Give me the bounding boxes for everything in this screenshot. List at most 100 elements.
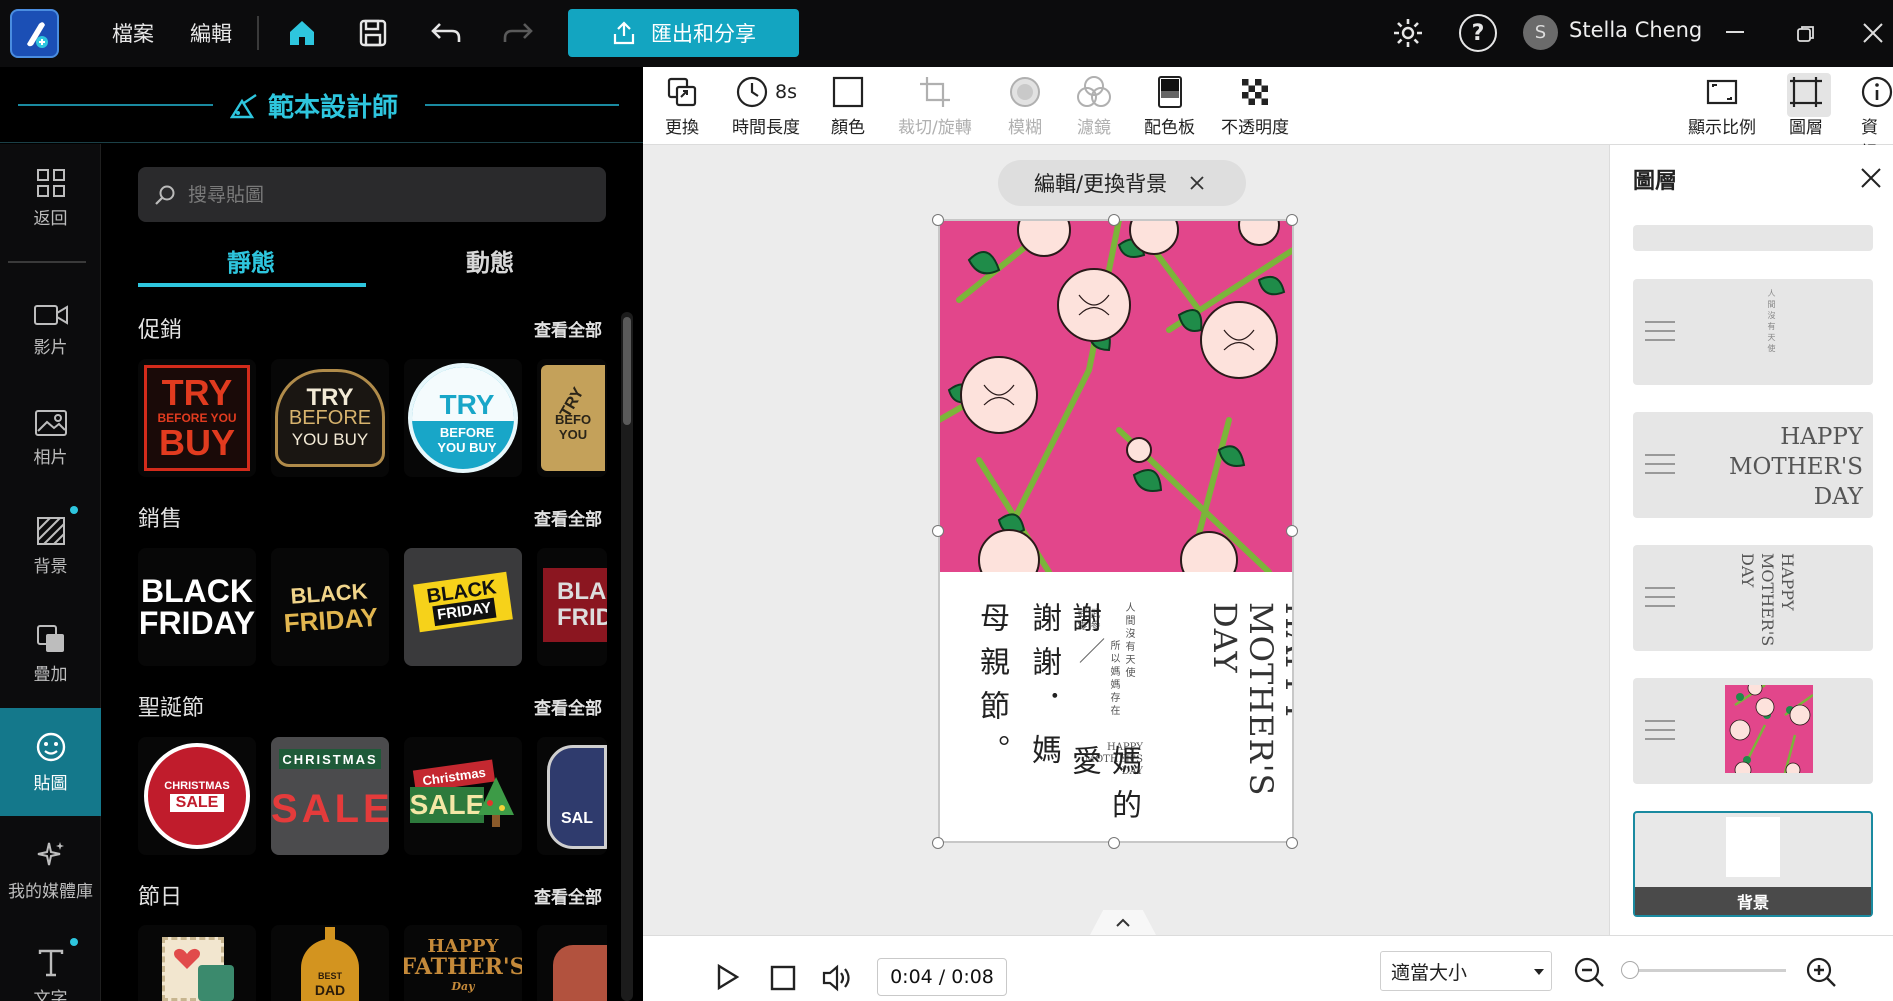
- restore-icon[interactable]: [1792, 20, 1820, 48]
- layer-item[interactable]: [1633, 678, 1873, 784]
- avatar[interactable]: S: [1523, 15, 1558, 50]
- gear-icon[interactable]: [1389, 14, 1427, 52]
- zoom-out-icon[interactable]: [1573, 956, 1605, 988]
- menu-file[interactable]: 檔案: [112, 18, 154, 48]
- home-icon[interactable]: [284, 16, 320, 50]
- user-name[interactable]: Stella Cheng: [1569, 18, 1702, 42]
- zoom-fit-select[interactable]: 適當大小: [1380, 951, 1552, 991]
- tool-label: 裁切/旋轉: [898, 118, 972, 138]
- drag-handle-icon[interactable]: [1645, 720, 1675, 747]
- redo-icon[interactable]: [500, 16, 536, 50]
- rail-video[interactable]: 影片: [0, 276, 101, 384]
- close-icon[interactable]: [1189, 175, 1205, 191]
- tool-aspect-ratio[interactable]: 顯示比例: [1688, 75, 1756, 138]
- edit-background-chip[interactable]: 編輯/更換背景: [998, 160, 1246, 206]
- sticker-try-before-blue[interactable]: TRY BEFORE YOU BUY: [404, 359, 522, 477]
- tab-animated[interactable]: 動態: [466, 243, 514, 278]
- layer-item-partial[interactable]: [1633, 225, 1873, 251]
- fit-select-value: 適當大小: [1391, 961, 1468, 984]
- crop-icon: [919, 77, 950, 107]
- sticker-happy-fathers-day[interactable]: HAPPY FATHER'S Day: [404, 925, 522, 1001]
- edit-background-label: 編輯/更換背景: [1034, 172, 1168, 196]
- play-icon[interactable]: [715, 963, 741, 991]
- tool-duration[interactable]: 8s 時間長度: [732, 75, 800, 138]
- tool-palette[interactable]: 配色板: [1144, 75, 1195, 138]
- zoom-in-icon[interactable]: [1805, 956, 1837, 988]
- sticker-black-friday-white[interactable]: BLACK FRIDAY: [138, 548, 256, 666]
- tool-replace[interactable]: 更換: [665, 75, 699, 138]
- resize-handle[interactable]: [1286, 525, 1298, 537]
- resize-handle[interactable]: [1108, 214, 1120, 226]
- help-icon[interactable]: ?: [1459, 14, 1497, 52]
- minimize-icon[interactable]: [1720, 22, 1750, 42]
- divider: [8, 261, 86, 263]
- rail-overlay[interactable]: 疊加: [0, 600, 101, 708]
- scrollbar-thumb[interactable]: [623, 317, 631, 425]
- export-share-button[interactable]: 匯出和分享: [568, 9, 799, 57]
- rail-label: 返回: [33, 208, 68, 229]
- tab-static[interactable]: 靜態: [227, 243, 275, 278]
- volume-icon[interactable]: [821, 963, 853, 993]
- sticker-black-friday-yellow[interactable]: BLACK FRIDAY: [404, 548, 522, 666]
- undo-icon[interactable]: [428, 16, 464, 50]
- close-icon[interactable]: [1858, 18, 1888, 48]
- rail-background[interactable]: 背景: [0, 492, 101, 600]
- rail-text[interactable]: 文字: [0, 924, 101, 1001]
- resize-handle[interactable]: [1286, 214, 1298, 226]
- drag-handle-icon[interactable]: [1645, 587, 1675, 614]
- sticker-text: CHRISTMAS: [164, 780, 230, 792]
- sticker-christmas-sale-banner[interactable]: Christmas SALE: [404, 737, 522, 855]
- tool-opacity[interactable]: 不透明度: [1221, 75, 1289, 138]
- zoom-slider-knob[interactable]: [1621, 961, 1639, 979]
- sticker-black-friday-gold[interactable]: BLACK FRIDAY: [271, 548, 389, 666]
- sticker-best-dad[interactable]: BEST DAD: [271, 925, 389, 1001]
- sticker-christmas-sale-shield[interactable]: SAL: [537, 737, 607, 855]
- sticker-try-before-red[interactable]: TRY BEFORE YOU BUY: [138, 359, 256, 477]
- sticker-christmas-sale-red[interactable]: CHRISTMAS SALE: [138, 737, 256, 855]
- menu-edit[interactable]: 編輯: [190, 18, 232, 48]
- layer-preview-image: [1725, 685, 1813, 773]
- layer-label: 背景: [1635, 887, 1871, 915]
- zoom-slider-track[interactable]: [1628, 969, 1786, 972]
- drag-handle-icon[interactable]: [1645, 454, 1675, 481]
- sticker-search[interactable]: [138, 167, 606, 222]
- sticker-text: FRID: [557, 604, 607, 631]
- see-all-link[interactable]: 查看全部: [534, 316, 602, 341]
- resize-handle[interactable]: [1108, 837, 1120, 849]
- opacity-icon: [1242, 79, 1268, 105]
- save-icon[interactable]: [356, 16, 390, 50]
- stop-icon[interactable]: [770, 965, 796, 991]
- sticker-gift[interactable]: [537, 925, 607, 1001]
- drag-handle-icon[interactable]: [1645, 321, 1675, 348]
- layer-item[interactable]: HAPPY MOTHER'S DAY: [1633, 412, 1873, 518]
- layer-item-background[interactable]: 背景: [1633, 811, 1873, 917]
- resize-handle[interactable]: [932, 214, 944, 226]
- rail-my-library[interactable]: 我的媒體庫: [0, 816, 101, 924]
- sticker-stamp[interactable]: [138, 925, 256, 1001]
- sticker-try-tag[interactable]: TRY BEFO YOU: [537, 359, 607, 477]
- selection-frame: [938, 219, 1294, 843]
- see-all-link[interactable]: 查看全部: [534, 505, 602, 530]
- rail-sticker[interactable]: 貼圖: [0, 708, 101, 816]
- see-all-link[interactable]: 查看全部: [534, 883, 602, 908]
- tool-blur[interactable]: 模糊: [1008, 75, 1042, 138]
- sticker-icon: [36, 732, 65, 761]
- resize-handle[interactable]: [932, 525, 944, 537]
- layer-item[interactable]: 人間沒有天使: [1633, 279, 1873, 385]
- resize-handle[interactable]: [1286, 837, 1298, 849]
- search-input[interactable]: [188, 183, 588, 206]
- sticker-text: BEFORE: [288, 406, 372, 429]
- sticker-try-before-gold[interactable]: TRY BEFORE YOU BUY: [271, 359, 389, 477]
- tool-color[interactable]: 顏色: [831, 75, 865, 138]
- tool-filter[interactable]: 濾鏡: [1076, 75, 1112, 138]
- rail-photo[interactable]: 相片: [0, 384, 101, 492]
- tool-layers[interactable]: 圖層: [1788, 75, 1824, 138]
- rail-back[interactable]: 返回: [0, 144, 101, 252]
- sticker-christmas-sale-tree[interactable]: CHRISTMAS SALE: [271, 737, 389, 855]
- tool-crop-rotate[interactable]: 裁切/旋轉: [898, 75, 972, 138]
- resize-handle[interactable]: [932, 837, 944, 849]
- see-all-link[interactable]: 查看全部: [534, 694, 602, 719]
- sticker-black-friday-red[interactable]: BLA FRID: [537, 548, 607, 666]
- layer-item[interactable]: HAPPY MOTHER'S DAY: [1633, 545, 1873, 651]
- close-icon[interactable]: [1860, 167, 1882, 189]
